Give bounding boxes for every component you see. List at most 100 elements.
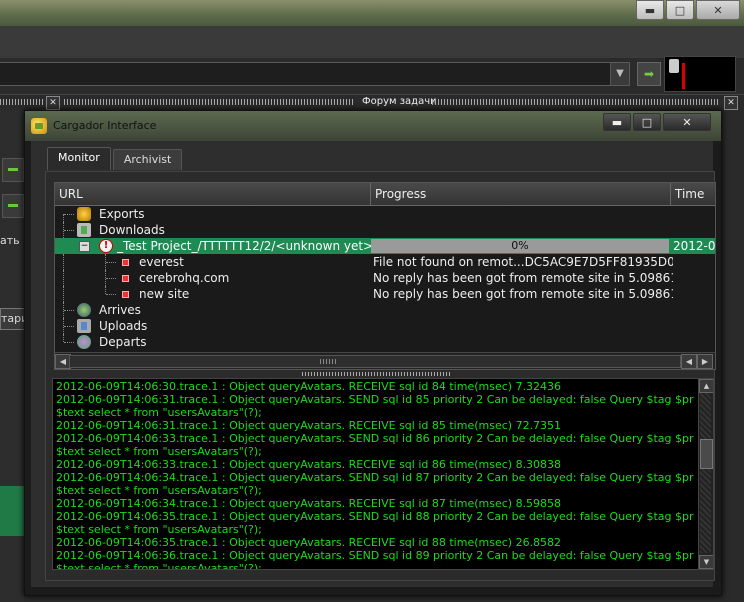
- tree-row-downloads[interactable]: Downloads: [55, 222, 715, 238]
- log-line: 2012-06-09T14:06:35.trace.1 : Object que…: [56, 536, 562, 549]
- grid-rows: Exports Downloads − ! _Test Project_/TTT…: [55, 206, 715, 350]
- exports-icon: [77, 207, 91, 221]
- chevron-down-icon[interactable]: ▼: [610, 63, 629, 85]
- tree-row-new-site[interactable]: new site No reply has been got from remo…: [55, 286, 715, 302]
- background-maximize-button[interactable]: □: [666, 0, 694, 20]
- grip-handle[interactable]: [0, 99, 44, 105]
- log-line: $text select * from "usersAvatars"(?);: [56, 406, 262, 419]
- background-toolbar: [0, 26, 744, 58]
- arrives-icon: [77, 303, 91, 317]
- drive-icon: [669, 59, 679, 73]
- log-line: $text select * from "usersAvatars"(?);: [56, 445, 262, 458]
- tab-monitor[interactable]: Monitor: [47, 147, 111, 170]
- tree-row-label: cerebrohq.com: [139, 271, 230, 285]
- warning-icon: !: [99, 239, 113, 253]
- scroll-track[interactable]: [700, 393, 711, 553]
- log-line: 2012-06-09T14:06:35.trace.1 : Object que…: [56, 510, 694, 523]
- tree-row-label: everest: [139, 255, 184, 269]
- tree-row-label: _Test Project_/TTTTTT12/2/<unknown yet>: [117, 239, 371, 253]
- background-close-button[interactable]: ✕: [696, 0, 740, 20]
- status-cell: No reply has been got from remote site i…: [373, 271, 673, 285]
- vertical-scrollbar[interactable]: ▲ ▼: [698, 379, 713, 569]
- background-right-panel: [720, 110, 744, 602]
- tree-row-departs[interactable]: Departs: [55, 334, 715, 350]
- activity-monitor: [664, 56, 736, 92]
- status-cell: File not found on remot...DC5AC9E7D5FF81…: [373, 255, 673, 269]
- time-cell: 2012-06: [673, 239, 715, 253]
- dialog-window-controls: ▬ □ ✕: [603, 113, 711, 131]
- log-line: 2012-06-09T14:06:33.trace.1 : Object que…: [56, 458, 562, 471]
- tree-row-label: Arrives: [99, 303, 141, 317]
- tree-row-uploads[interactable]: Uploads: [55, 318, 715, 334]
- tree-row-label: Departs: [99, 335, 147, 349]
- column-header-progress[interactable]: Progress: [371, 183, 671, 205]
- grip-handle[interactable]: [64, 99, 354, 105]
- background-address-field[interactable]: ▼: [0, 62, 630, 86]
- monitor-panel: URL Progress Time Exports Downloads − ! …: [45, 171, 716, 581]
- tree-row-cerebrohq[interactable]: cerebrohq.com No reply has been got from…: [55, 270, 715, 286]
- horizontal-scrollbar[interactable]: ◀ ◀ ▶: [55, 352, 715, 369]
- downloads-icon: [77, 223, 91, 237]
- item-dot-icon: [122, 291, 129, 298]
- background-add-button[interactable]: [2, 194, 24, 218]
- maximize-button[interactable]: □: [633, 113, 661, 131]
- cargador-dialog: Cargador Interface ▬ □ ✕ Monitor Archivi…: [24, 110, 722, 596]
- scroll-thumb[interactable]: [700, 439, 713, 469]
- background-label: ать г: [0, 234, 24, 247]
- log-line: 2012-06-09T14:06:36.trace.1 : Object que…: [56, 549, 694, 562]
- grip-icon: [320, 359, 338, 364]
- pane-splitter[interactable]: [302, 372, 452, 376]
- log-line: 2012-06-09T14:06:31.trace.1 : Object que…: [56, 393, 694, 406]
- scroll-up-icon[interactable]: ▲: [699, 379, 713, 393]
- dialog-titlebar[interactable]: Cargador Interface ▬ □ ✕: [25, 111, 721, 141]
- tree-row-label: Downloads: [99, 223, 165, 237]
- progress-bar: 0%: [371, 239, 669, 253]
- close-icon[interactable]: ✕: [724, 96, 738, 110]
- cargador-app-icon: [31, 118, 47, 134]
- tab-archivist[interactable]: Archivist: [112, 149, 183, 170]
- background-window-controls: ▬ □ ✕: [636, 0, 740, 20]
- background-left-panel: ать г тари: [0, 110, 26, 602]
- background-tab[interactable]: тари: [0, 308, 26, 330]
- log-line: $text select * from "usersAvatars"(?);: [56, 484, 262, 497]
- close-button[interactable]: ✕: [663, 113, 711, 131]
- tree-row-label: new site: [139, 287, 190, 301]
- tree-row-everest[interactable]: everest File not found on remot...DC5AC9…: [55, 254, 715, 270]
- scroll-left-icon[interactable]: ◀: [681, 354, 697, 369]
- minimize-button[interactable]: ▬: [603, 113, 631, 131]
- tree-row-test-project[interactable]: − ! _Test Project_/TTTTTT12/2/<unknown y…: [55, 238, 715, 254]
- column-header-url[interactable]: URL: [55, 183, 371, 205]
- background-selected-row[interactable]: [0, 486, 24, 536]
- log-line: $text select * from "usersAvatars"(?);: [56, 523, 262, 536]
- collapse-icon[interactable]: −: [79, 241, 90, 252]
- tab-bar: Monitor Archivist: [47, 147, 183, 170]
- background-window-titlebar: ▬ □ ✕: [0, 0, 744, 26]
- log-line: 2012-06-09T14:06:34.trace.1 : Object que…: [56, 471, 694, 484]
- log-line: 2012-06-09T14:06:31.trace.1 : Object que…: [56, 419, 562, 432]
- item-dot-icon: [122, 275, 129, 282]
- log-line: $text select * from "usersAvatars"(?);: [56, 562, 262, 570]
- background-minimize-button[interactable]: ▬: [636, 0, 664, 20]
- status-cell: No reply has been got from remote site i…: [373, 287, 673, 301]
- tree-row-label: Exports: [99, 207, 145, 221]
- grip-handle[interactable]: [432, 99, 718, 105]
- scroll-thumb[interactable]: [69, 355, 681, 368]
- background-add-button[interactable]: [2, 158, 24, 182]
- scroll-right-icon[interactable]: ▶: [697, 354, 713, 369]
- scroll-down-icon[interactable]: ▼: [699, 555, 713, 569]
- go-arrow-icon[interactable]: ➡: [637, 62, 661, 86]
- log-lines: 2012-06-09T14:06:30.trace.1 : Object que…: [56, 380, 694, 570]
- close-icon[interactable]: ✕: [46, 96, 60, 110]
- activity-indicator: [682, 63, 685, 89]
- log-line: 2012-06-09T14:06:33.trace.1 : Object que…: [56, 432, 694, 445]
- tree-row-label: Uploads: [99, 319, 148, 333]
- transfer-tree-grid: URL Progress Time Exports Downloads − ! …: [54, 182, 716, 370]
- panel-title: Форум задачи: [362, 96, 437, 107]
- tree-row-exports[interactable]: Exports: [55, 206, 715, 230]
- item-dot-icon: [122, 259, 129, 266]
- column-header-time[interactable]: Time: [671, 183, 715, 205]
- log-line: 2012-06-09T14:06:30.trace.1 : Object que…: [56, 380, 562, 393]
- departs-icon: [77, 335, 91, 349]
- tree-row-arrives[interactable]: Arrives: [55, 302, 715, 318]
- log-output[interactable]: 2012-06-09T14:06:30.trace.1 : Object que…: [52, 378, 714, 570]
